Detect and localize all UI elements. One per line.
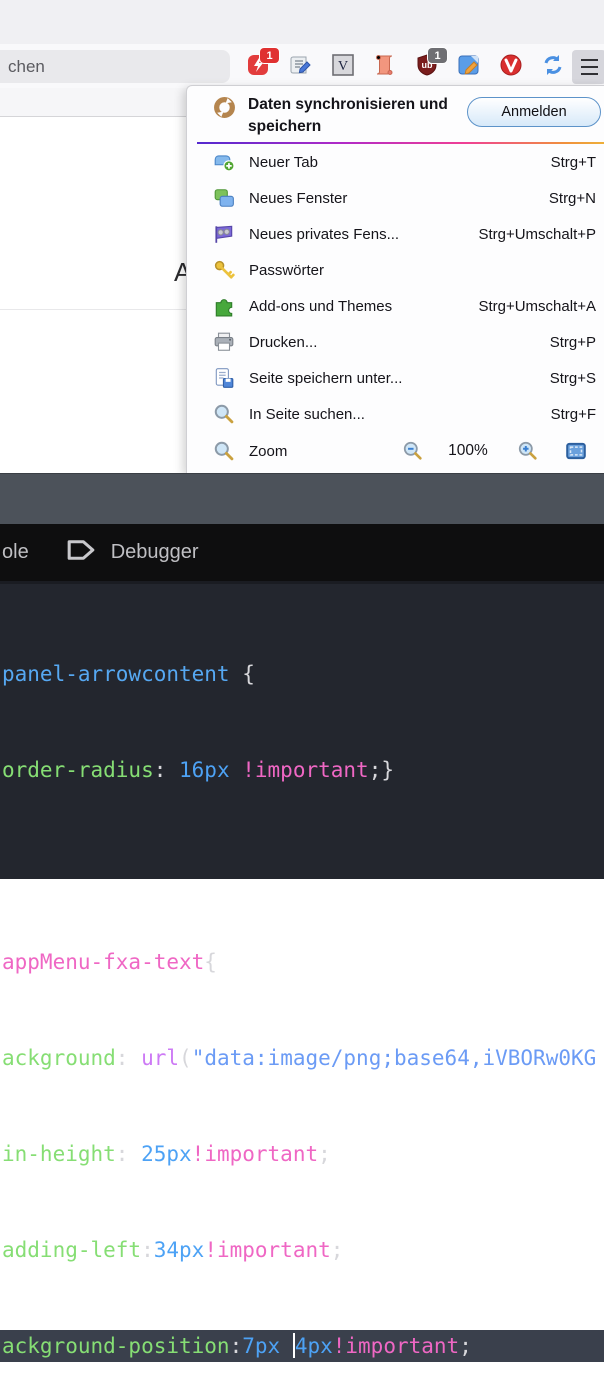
lightning-extension-button[interactable]: 1: [247, 55, 271, 79]
code-line: in-height: 25px!important;: [0, 1138, 604, 1170]
menu-item-shortcut: Strg+Umschalt+P: [478, 226, 596, 243]
print-icon: [213, 331, 235, 353]
stylus-icon: [457, 53, 481, 82]
zoom-label: Zoom: [249, 443, 287, 460]
menu-item-shortcut: Strg+T: [551, 154, 596, 171]
menu-item-label: Passwörter: [249, 262, 324, 279]
code-line: order-radius: 16px !important;}: [0, 754, 604, 786]
menu-item-label: Add-ons und Themes: [249, 298, 392, 315]
menu-item-print[interactable]: Drucken... Strg+P: [187, 324, 604, 360]
fullscreen-button[interactable]: [565, 440, 587, 462]
zoom-level-value[interactable]: 100%: [442, 442, 494, 464]
hamburger-icon: [581, 59, 598, 61]
code-line-active: ackground-position:7px 4px!important;: [0, 1330, 604, 1362]
menu-item-shortcut: Strg+S: [550, 370, 596, 387]
menu-item-label: In Seite suchen...: [249, 406, 365, 423]
menu-item-passwords[interactable]: Passwörter: [187, 252, 604, 288]
new-window-icon: [213, 187, 235, 209]
debugger-tag-icon: [65, 537, 97, 569]
menu-item-new-tab[interactable]: Neuer Tab Strg+T: [187, 144, 604, 180]
menu-item-label: Seite speichern unter...: [249, 370, 402, 387]
code-line: panel-arrowcontent {: [0, 658, 604, 690]
menu-item-shortcut: Strg+P: [550, 334, 596, 351]
v-square-extension-button[interactable]: V: [331, 55, 355, 79]
menu-item-find-in-page[interactable]: In Seite suchen... Strg+F: [187, 396, 604, 432]
vimium-extension-button[interactable]: [499, 55, 523, 79]
code-line: ackground: url("data:image/png;base64,iV…: [0, 1042, 604, 1074]
new-tab-icon: [213, 151, 235, 173]
menu-item-label: Neues Fenster: [249, 190, 347, 207]
devtools-tab-bar: ole Debugger: [0, 524, 604, 584]
extension-toolbar: 1 V ub 1: [247, 50, 565, 84]
menu-item-new-window[interactable]: Neues Fenster Strg+N: [187, 180, 604, 216]
save-page-icon: [213, 367, 235, 389]
tab-debugger[interactable]: Debugger: [65, 537, 199, 569]
menu-item-private-window[interactable]: Neues privates Fens... Strg+Umschalt+P: [187, 216, 604, 252]
private-window-icon: [213, 223, 235, 245]
menu-item-zoom: Zoom 100%: [187, 432, 604, 470]
passwords-key-icon: [213, 259, 235, 281]
tab-console-partial[interactable]: ole: [2, 541, 29, 564]
url-bar-text: chen: [8, 57, 45, 77]
stylus-extension-button[interactable]: [457, 55, 481, 79]
tab-strip: [0, 0, 604, 44]
menu-item-save-page[interactable]: Seite speichern unter... Strg+S: [187, 360, 604, 396]
code-line: adding-left:34px!important;: [0, 1234, 604, 1266]
hamburger-menu-button[interactable]: [572, 50, 604, 84]
vimium-icon: [499, 53, 523, 82]
tab-debugger-label: Debugger: [111, 541, 199, 564]
addons-puzzle-icon: [213, 295, 235, 317]
svg-text:V: V: [338, 59, 348, 74]
extension-badge: 1: [260, 48, 279, 63]
menu-item-shortcut: Strg+F: [551, 406, 596, 423]
devtools-splitter[interactable]: [0, 473, 604, 525]
menu-item-label: Neuer Tab: [249, 154, 318, 171]
code-line-blank: [0, 850, 604, 882]
find-magnifier-icon: [213, 403, 235, 425]
scroll-icon: [373, 53, 397, 82]
devtools-code-editor[interactable]: panel-arrowcontent { order-radius: 16px …: [0, 584, 604, 879]
menu-item-addons[interactable]: Add-ons und Themes Strg+Umschalt+A: [187, 288, 604, 324]
sign-in-button[interactable]: Anmelden: [467, 97, 601, 127]
zoom-out-button[interactable]: [402, 440, 424, 462]
app-menu-panel: Daten synchronisieren und speichern Anme…: [186, 85, 604, 473]
sync-arrows-icon: [541, 53, 565, 82]
sync-extension-button[interactable]: [541, 55, 565, 79]
code-line: appMenu-fxa-text{: [0, 946, 604, 978]
script-pencil-icon: [289, 53, 313, 82]
zoom-in-button[interactable]: [517, 440, 539, 462]
sync-header-row[interactable]: Daten synchronisieren und speichern Anme…: [187, 86, 604, 142]
page-divider: [0, 309, 186, 310]
menu-item-shortcut: Strg+N: [549, 190, 596, 207]
sync-donut-icon: [213, 96, 236, 124]
menu-item-shortcut: Strg+Umschalt+A: [478, 298, 596, 315]
extension-badge: 1: [428, 48, 447, 63]
userscript-extension-button[interactable]: [289, 55, 313, 79]
zoom-magnifier-icon: [213, 440, 235, 462]
scroll-extension-button[interactable]: [373, 55, 397, 79]
url-bar[interactable]: chen: [0, 50, 230, 83]
sync-header-label: Daten synchronisieren und speichern: [248, 94, 460, 138]
menu-item-label: Drucken...: [249, 334, 317, 351]
v-square-icon: V: [331, 53, 355, 82]
ublock-extension-button[interactable]: ub 1: [415, 55, 439, 79]
menu-item-label: Neues privates Fens...: [249, 226, 399, 243]
